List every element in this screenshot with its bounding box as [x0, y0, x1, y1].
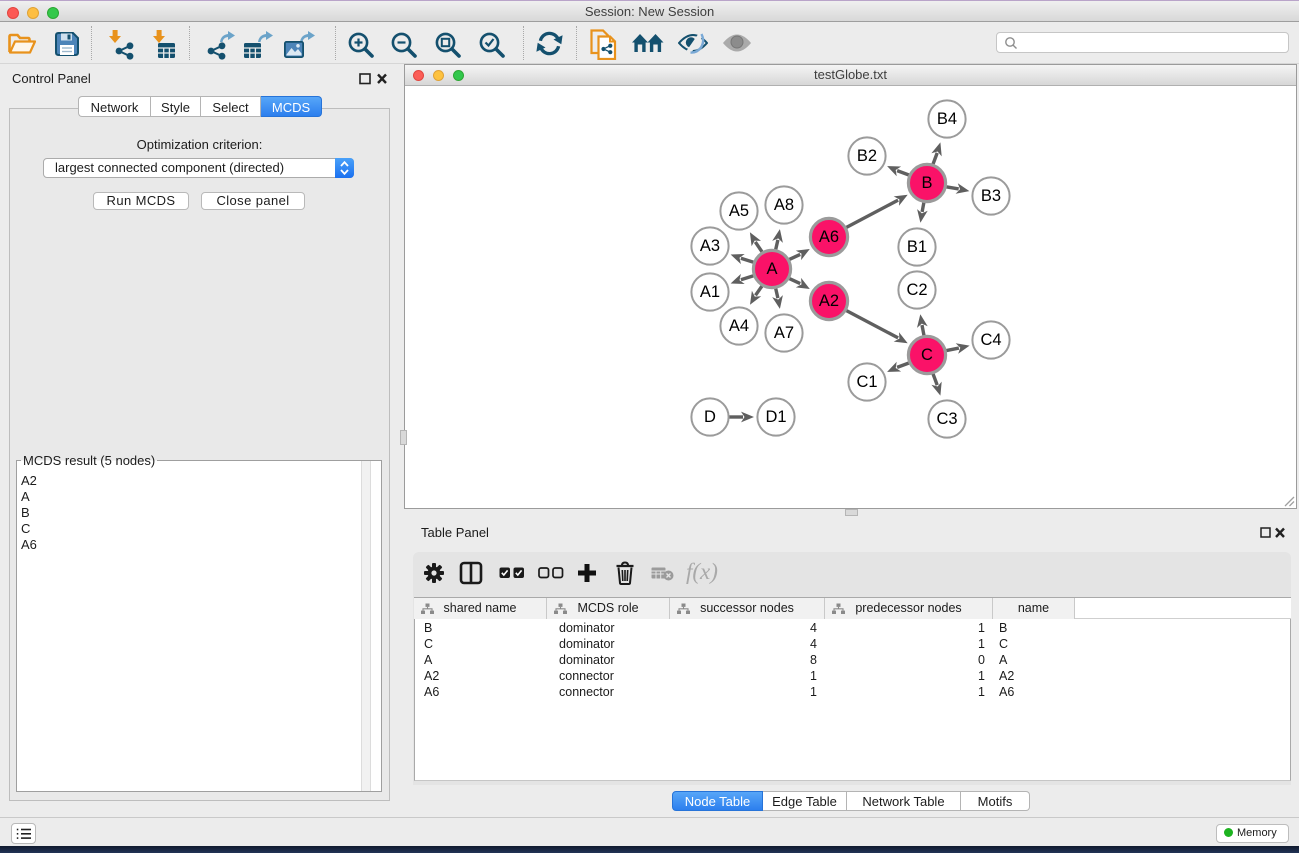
svg-text:C2: C2 — [906, 281, 927, 299]
svg-text:A4: A4 — [729, 317, 749, 335]
svg-text:A3: A3 — [700, 237, 720, 255]
svg-text:C3: C3 — [936, 410, 957, 428]
svg-text:B: B — [921, 174, 932, 192]
svg-text:A1: A1 — [700, 283, 720, 301]
svg-text:A: A — [766, 260, 777, 278]
svg-text:C: C — [921, 346, 933, 364]
svg-text:A6: A6 — [819, 228, 839, 246]
svg-text:D: D — [704, 408, 716, 426]
svg-text:B3: B3 — [981, 187, 1001, 205]
svg-text:B2: B2 — [857, 147, 877, 165]
svg-text:B4: B4 — [937, 110, 957, 128]
svg-text:D1: D1 — [765, 408, 786, 426]
svg-text:A7: A7 — [774, 324, 794, 342]
svg-text:A8: A8 — [774, 196, 794, 214]
svg-text:B1: B1 — [907, 238, 927, 256]
svg-text:C4: C4 — [980, 331, 1001, 349]
svg-text:A2: A2 — [819, 292, 839, 310]
svg-text:C1: C1 — [856, 373, 877, 391]
svg-text:A5: A5 — [729, 202, 749, 220]
